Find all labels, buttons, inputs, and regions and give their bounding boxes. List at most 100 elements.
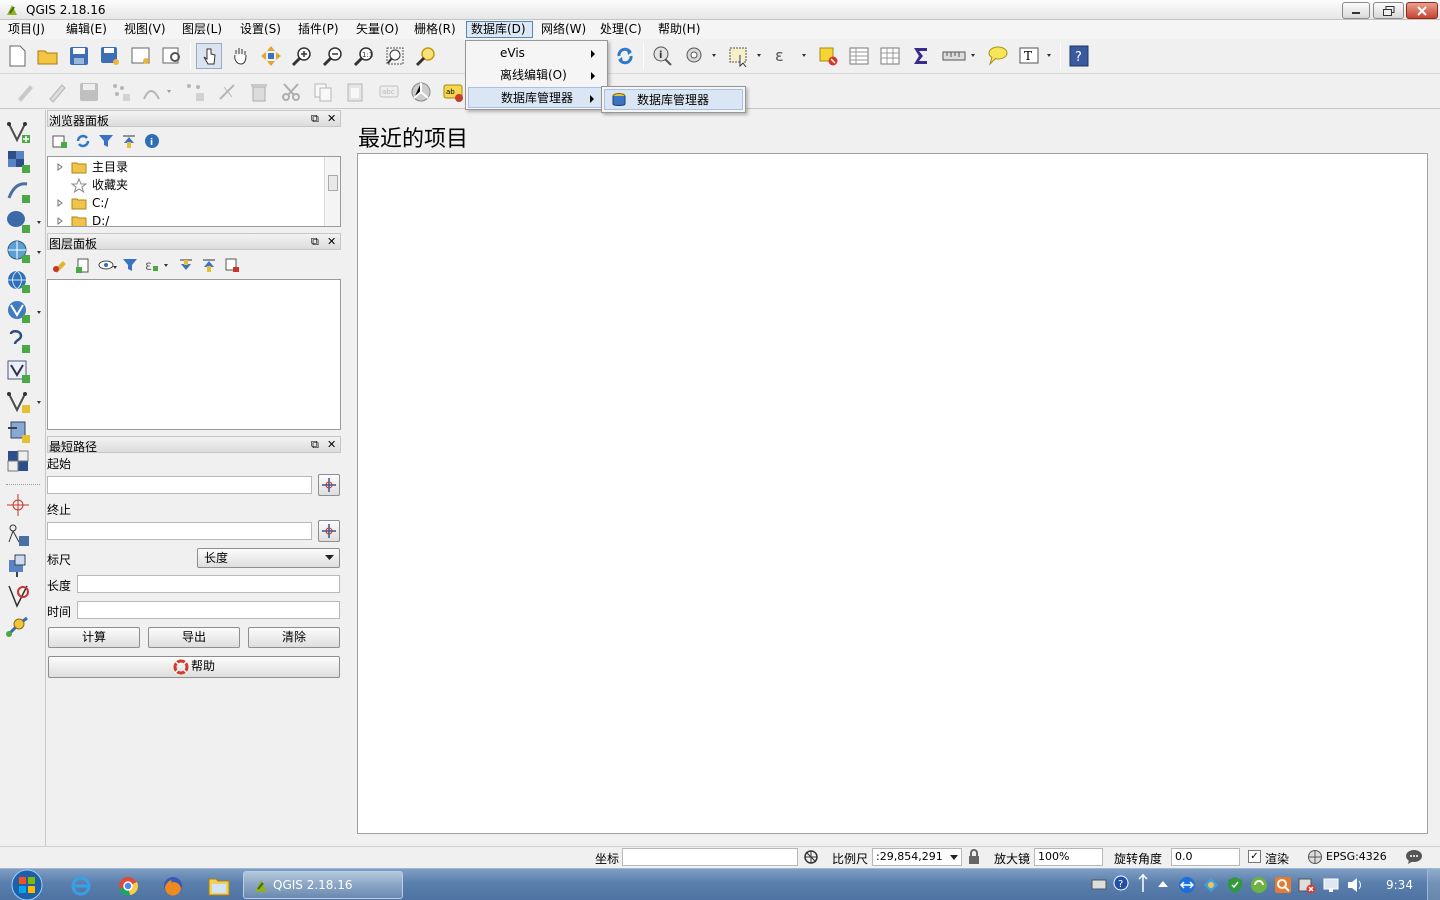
restore-button[interactable]: [1373, 2, 1404, 19]
coordinate-capture-icon[interactable]: [5, 492, 33, 520]
clear-button[interactable]: 清除: [248, 627, 340, 648]
internet-explorer-icon[interactable]: [70, 875, 92, 897]
move-feature-icon[interactable]: [182, 79, 208, 105]
identify-features-icon[interactable]: i: [649, 43, 675, 69]
filter-browser-icon[interactable]: [98, 133, 114, 149]
new-print-composer-icon[interactable]: [128, 43, 154, 69]
add-group-icon[interactable]: [75, 257, 91, 273]
length-output-field[interactable]: [77, 575, 340, 593]
menu-help[interactable]: 帮助(H): [654, 21, 704, 38]
add-selected-layers-icon[interactable]: [52, 133, 68, 149]
map-tips-icon[interactable]: [984, 43, 1010, 69]
refresh-icon[interactable]: [612, 43, 638, 69]
crs-globe-icon[interactable]: [1307, 849, 1323, 865]
close-panel-icon[interactable]: ✕: [327, 235, 336, 248]
show-hidden-icons-icon[interactable]: [1158, 881, 1168, 887]
taskbar-clock[interactable]: 9:34: [1386, 878, 1413, 892]
menu-vector[interactable]: 矢量(O): [352, 21, 403, 38]
menu-item-db-manager[interactable]: 数据库管理器: [468, 87, 605, 108]
scale-combo[interactable]: :29,854,291: [872, 848, 962, 866]
label-toolbar-icon[interactable]: abc: [376, 79, 402, 105]
add-wfs-layer-icon[interactable]: [5, 328, 33, 356]
add-delimited-text-icon[interactable]: [5, 178, 33, 206]
field-calculator-icon[interactable]: [877, 43, 903, 69]
capture-start-point-button[interactable]: [318, 474, 340, 496]
layers-list[interactable]: [47, 279, 341, 430]
georeferencer-icon[interactable]: [5, 522, 33, 550]
pin-labels-icon[interactable]: [408, 79, 434, 105]
toggle-editing-icon[interactable]: [44, 79, 70, 105]
help-tray-icon[interactable]: ?: [1113, 875, 1129, 891]
antivirus-tray-icon[interactable]: [1250, 876, 1268, 894]
zoom-out-icon[interactable]: [320, 43, 346, 69]
copy-features-icon[interactable]: [310, 79, 336, 105]
filter-legend-icon[interactable]: [122, 257, 138, 273]
lock-scale-icon[interactable]: [967, 849, 981, 865]
taskbar-task-qgis[interactable]: QGIS 2.18.16: [243, 871, 403, 899]
refresh-browser-icon[interactable]: [75, 133, 91, 149]
menu-plugins[interactable]: 插件(P): [294, 21, 343, 38]
gps-tools-icon[interactable]: [5, 552, 33, 580]
text-annotation-icon[interactable]: T: [1015, 43, 1055, 69]
add-feature-icon[interactable]: [108, 79, 134, 105]
menu-raster[interactable]: 栅格(R): [410, 21, 460, 38]
remove-layer-icon[interactable]: [224, 257, 240, 273]
capture-end-point-button[interactable]: [318, 520, 340, 542]
render-checkbox[interactable]: ✓: [1248, 850, 1261, 863]
select-by-expression-icon[interactable]: ε: [770, 43, 810, 69]
crs-label[interactable]: EPSG:4326: [1326, 850, 1387, 863]
save-project-icon[interactable]: [66, 43, 92, 69]
delete-selected-icon[interactable]: [246, 79, 272, 105]
statistics-sigma-icon[interactable]: [908, 43, 934, 69]
road-graph-icon[interactable]: [5, 582, 33, 610]
menu-web[interactable]: 网络(W): [537, 21, 590, 38]
export-button[interactable]: 导出: [148, 627, 240, 648]
start-point-field[interactable]: [47, 476, 312, 494]
new-temporary-layer-icon[interactable]: [5, 448, 33, 476]
zoom-native-icon[interactable]: 1:1: [351, 43, 377, 69]
pan-map-icon[interactable]: [227, 43, 253, 69]
expand-all-icon[interactable]: [178, 257, 194, 273]
messages-icon[interactable]: [1405, 849, 1423, 865]
cut-features-icon[interactable]: [278, 79, 304, 105]
show-desktop-button[interactable]: [1427, 869, 1440, 900]
close-panel-icon[interactable]: ✕: [327, 112, 336, 125]
help-contents-icon[interactable]: ?: [1066, 43, 1092, 69]
add-virtual-layer-icon[interactable]: [5, 358, 33, 386]
usb-tray-icon[interactable]: [1137, 873, 1149, 893]
zoom-full-icon[interactable]: [382, 43, 408, 69]
close-panel-icon[interactable]: ✕: [327, 438, 336, 451]
save-as-icon[interactable]: [97, 43, 123, 69]
add-wcs-layer-icon[interactable]: [5, 298, 45, 326]
menu-layer[interactable]: 图层(L): [178, 21, 226, 38]
new-shapefile-layer-icon[interactable]: [5, 388, 45, 416]
deselect-all-icon[interactable]: [815, 43, 841, 69]
end-point-field[interactable]: [47, 522, 312, 540]
add-vector-layer-icon[interactable]: [5, 118, 33, 146]
network-tray-icon[interactable]: [1322, 876, 1340, 894]
menu-edit[interactable]: 编辑(E): [62, 21, 111, 38]
new-spatialite-layer-icon[interactable]: [5, 418, 33, 446]
open-project-icon[interactable]: [35, 43, 61, 69]
security-shield-tray-icon[interactable]: [1226, 876, 1244, 894]
add-wms-layer-icon[interactable]: [5, 268, 33, 296]
rotation-spinbox[interactable]: 0.0: [1171, 848, 1240, 866]
criterion-select[interactable]: 长度: [197, 548, 340, 568]
collapse-layers-icon[interactable]: [201, 257, 217, 273]
node-tool-icon[interactable]: [214, 79, 240, 105]
attribute-table-icon[interactable]: [846, 43, 872, 69]
float-panel-icon[interactable]: ⧉: [311, 235, 319, 249]
select-features-icon[interactable]: [725, 43, 765, 69]
network-analysis-icon[interactable]: [5, 612, 33, 640]
chrome-icon[interactable]: [117, 875, 139, 897]
zoom-in-icon[interactable]: [289, 43, 315, 69]
keyboard-tray-icon[interactable]: [1091, 877, 1107, 891]
float-panel-icon[interactable]: ⧉: [311, 112, 319, 126]
measure-line-icon[interactable]: [939, 43, 979, 69]
touch-zoom-pan-icon[interactable]: [196, 43, 222, 69]
blocked-tray-icon[interactable]: [1298, 876, 1316, 894]
new-project-icon[interactable]: [4, 43, 30, 69]
calculate-button[interactable]: 计算: [48, 627, 140, 648]
menu-item-evis[interactable]: eVis: [468, 43, 605, 64]
scrollbar-thumb[interactable]: [328, 175, 338, 191]
